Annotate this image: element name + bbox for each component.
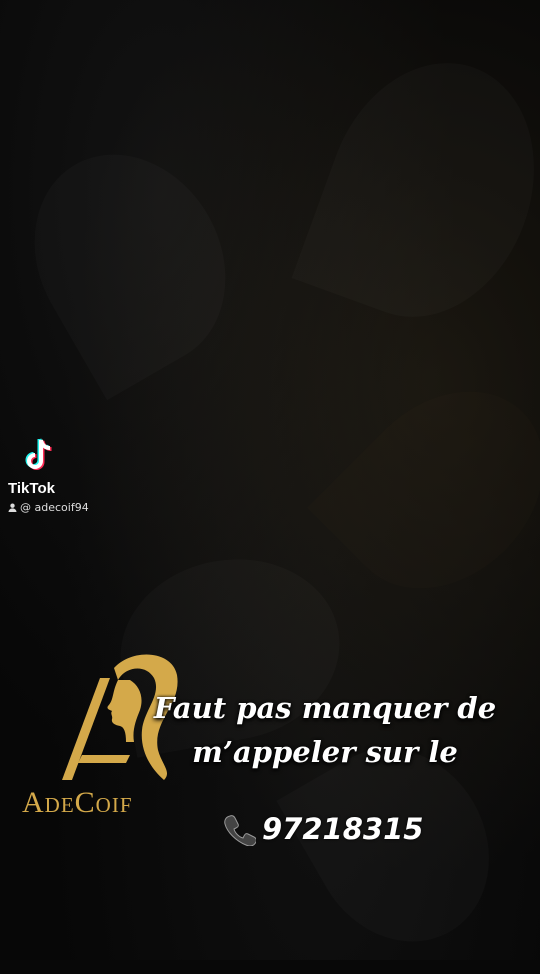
phone-icon xyxy=(224,815,256,846)
tiktok-watermark: TikTok @ adecoif94 xyxy=(8,438,89,514)
caption-line-2: m’appeler sur le xyxy=(192,735,458,769)
tiktok-username: @ adecoif94 xyxy=(8,501,89,514)
phone-contact: 97218315 xyxy=(222,812,423,846)
user-icon xyxy=(8,503,17,512)
caption-line-1: Faut pas manquer de xyxy=(153,691,497,725)
phone-number: 97218315 xyxy=(262,812,424,846)
tiktok-logo-icon xyxy=(25,438,52,470)
username-text: @ adecoif94 xyxy=(20,501,89,514)
caption-text: Faut pas manquer de m’appeler sur le xyxy=(140,686,510,774)
brand-name: AdeCoif xyxy=(22,786,133,819)
tiktok-app-name: TikTok xyxy=(8,480,55,497)
